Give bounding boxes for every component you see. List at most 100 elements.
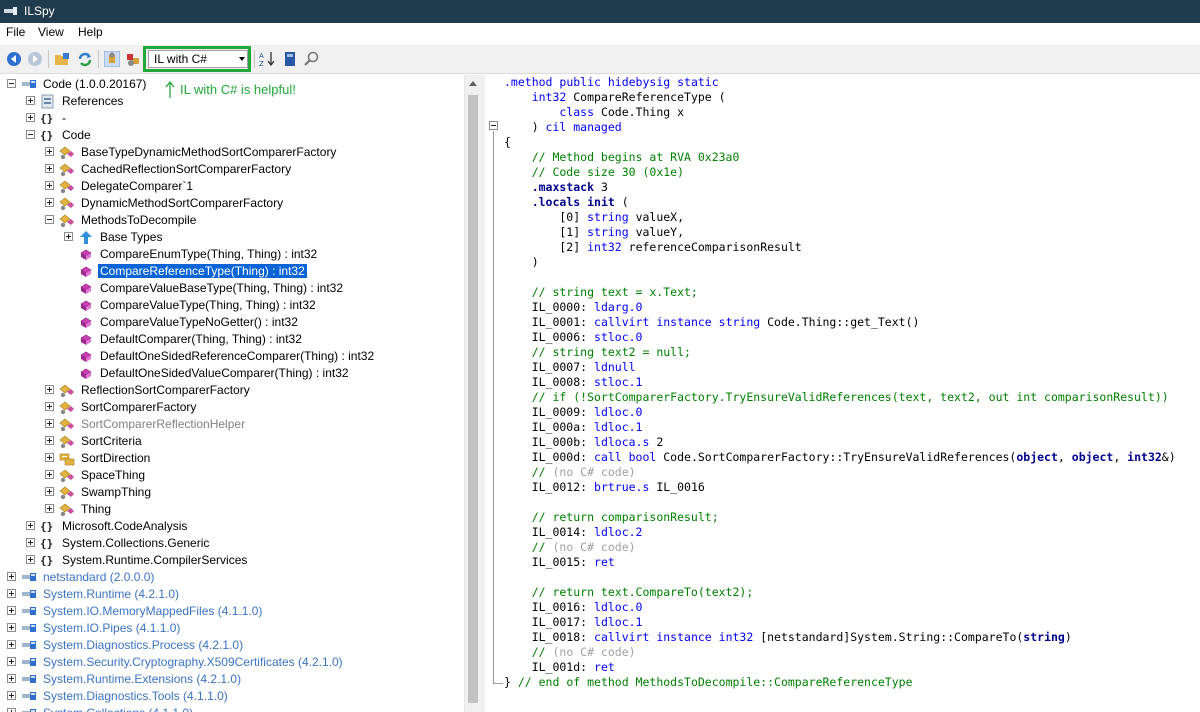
tree-node[interactable]: SortDirection [0, 450, 464, 467]
code-line: IL_0007: ldnull [504, 360, 636, 374]
expand-icon[interactable] [7, 572, 16, 581]
menu-help[interactable]: Help [78, 25, 103, 39]
expand-icon[interactable] [26, 521, 35, 530]
expand-icon[interactable] [45, 470, 54, 479]
tree-node[interactable]: CompareReferenceType(Thing) : int32 [0, 263, 464, 280]
expand-icon[interactable] [45, 385, 54, 394]
collapse-icon[interactable] [7, 79, 16, 88]
expand-icon[interactable] [7, 589, 16, 598]
tree-node[interactable]: BaseTypeDynamicMethodSortComparerFactory [0, 144, 464, 161]
tree-node[interactable]: Thing [0, 501, 464, 518]
tree-node[interactable]: System.Runtime (4.2.1.0) [0, 586, 464, 603]
class-icon [59, 145, 75, 160]
tree-node[interactable]: MethodsToDecompile [0, 212, 464, 229]
tree-node[interactable]: System.Collections (4.1.1.0) [0, 705, 464, 712]
class-icon [59, 162, 75, 177]
tree-node-label: System.Security.Cryptography.X509Certifi… [43, 655, 343, 669]
tree-node[interactable]: {} Code [0, 127, 464, 144]
tree-node[interactable]: System.Runtime.Extensions (4.2.1.0) [0, 671, 464, 688]
decompiled-code-view[interactable]: .method public hidebysig static int32 Co… [485, 75, 1200, 712]
sort-icon[interactable]: A Z [259, 51, 275, 67]
tree-scrollbar[interactable] [464, 75, 481, 712]
tree-node[interactable]: SpaceThing [0, 467, 464, 484]
tree-node-label: System.Collections.Generic [62, 536, 210, 550]
collapse-icon[interactable] [45, 215, 54, 224]
chevron-down-icon[interactable] [239, 57, 245, 61]
expand-icon[interactable] [45, 147, 54, 156]
expand-icon[interactable] [7, 674, 16, 683]
code-line: IL_000d: call bool Code.SortComparerFact… [504, 450, 1176, 464]
expand-icon[interactable] [7, 657, 16, 666]
menu-file[interactable]: File [6, 25, 25, 39]
tree-node[interactable]: DefaultOneSidedValueComparer(Thing) : in… [0, 365, 464, 382]
expand-icon[interactable] [45, 198, 54, 207]
tree-node[interactable]: DefaultComparer(Thing, Thing) : int32 [0, 331, 464, 348]
language-combo[interactable]: IL with C# [148, 50, 248, 68]
tree-node[interactable]: System.IO.Pipes (4.1.1.0) [0, 620, 464, 637]
tree-node[interactable]: System.Security.Cryptography.X509Certifi… [0, 654, 464, 671]
tree-node[interactable]: ReflectionSortComparerFactory [0, 382, 464, 399]
tree-node[interactable]: SortCriteria [0, 433, 464, 450]
expand-icon[interactable] [26, 555, 35, 564]
tree-node-label: ReflectionSortComparerFactory [81, 383, 250, 397]
tree-node[interactable]: {} System.Runtime.CompilerServices [0, 552, 464, 569]
tree-node[interactable]: Base Types [0, 229, 464, 246]
back-icon[interactable] [6, 51, 22, 67]
open-icon[interactable] [54, 51, 70, 67]
expand-icon[interactable] [45, 487, 54, 496]
reload-icon[interactable] [77, 51, 93, 67]
tree-node[interactable]: DynamicMethodSortComparerFactory [0, 195, 464, 212]
tree-node[interactable]: System.Diagnostics.Process (4.2.1.0) [0, 637, 464, 654]
expand-icon[interactable] [45, 504, 54, 513]
tree-node-label: References [62, 94, 124, 108]
tree-node[interactable]: DelegateComparer`1 [0, 178, 464, 195]
expand-icon[interactable] [64, 232, 73, 241]
collapse-icon[interactable] [26, 130, 35, 139]
tree-node[interactable]: System.IO.MemoryMappedFiles (4.1.1.0) [0, 603, 464, 620]
svg-text:{}: {} [40, 554, 53, 567]
search-icon[interactable] [304, 51, 320, 67]
expand-icon[interactable] [26, 538, 35, 547]
expand-icon[interactable] [7, 708, 16, 712]
expand-icon[interactable] [7, 623, 16, 632]
fold-guide-end [493, 683, 503, 684]
tree-node[interactable]: SortComparerFactory [0, 399, 464, 416]
expand-icon[interactable] [7, 606, 16, 615]
scrollbar-thumb[interactable] [468, 95, 478, 703]
expand-icon[interactable] [45, 419, 54, 428]
tree-node[interactable]: DefaultOneSidedReferenceComparer(Thing) … [0, 348, 464, 365]
tree-node[interactable]: CompareValueBaseType(Thing, Thing) : int… [0, 280, 464, 297]
tree-node[interactable]: CompareEnumType(Thing, Thing) : int32 [0, 246, 464, 263]
show-internal-icon[interactable] [104, 51, 120, 67]
tree-node[interactable]: {} - [0, 110, 464, 127]
tree-node[interactable]: CompareValueTypeNoGetter() : int32 [0, 314, 464, 331]
expand-icon[interactable] [7, 640, 16, 649]
tree-node[interactable]: {} System.Collections.Generic [0, 535, 464, 552]
expand-icon[interactable] [26, 96, 35, 105]
tree-node[interactable]: netstandard (2.0.0.0) [0, 569, 464, 586]
code-line: int32 CompareReferenceType ( [531, 90, 726, 104]
expand-icon[interactable] [45, 436, 54, 445]
tree-node[interactable]: CompareValueType(Thing, Thing) : int32 [0, 297, 464, 314]
expand-icon[interactable] [26, 113, 35, 122]
tree-node[interactable]: System.Diagnostics.Tools (4.1.1.0) [0, 688, 464, 705]
menu-view[interactable]: View [38, 25, 64, 39]
assembly-icon [21, 77, 37, 92]
code-line: // (no C# code) [504, 465, 636, 479]
expand-icon[interactable] [45, 402, 54, 411]
forward-icon[interactable] [27, 51, 43, 67]
tree-node[interactable]: CachedReflectionSortComparerFactory [0, 161, 464, 178]
tree-node[interactable]: SwampThing [0, 484, 464, 501]
fold-collapse-icon[interactable] [489, 121, 498, 130]
assembly-tree[interactable]: Code (1.0.0.20167) References{} -{} Code Bas… [0, 75, 464, 712]
code-line: // string text = x.Text; [504, 285, 698, 299]
expand-icon[interactable] [7, 691, 16, 700]
expand-icon[interactable] [45, 164, 54, 173]
pane-icon[interactable] [282, 51, 298, 67]
show-all-icon[interactable] [125, 51, 141, 67]
tree-node[interactable]: SortComparerReflectionHelper [0, 416, 464, 433]
tree-node[interactable]: {} Microsoft.CodeAnalysis [0, 518, 464, 535]
expand-icon[interactable] [45, 181, 54, 190]
expand-icon[interactable] [45, 453, 54, 462]
scroll-up-icon[interactable] [469, 81, 477, 86]
